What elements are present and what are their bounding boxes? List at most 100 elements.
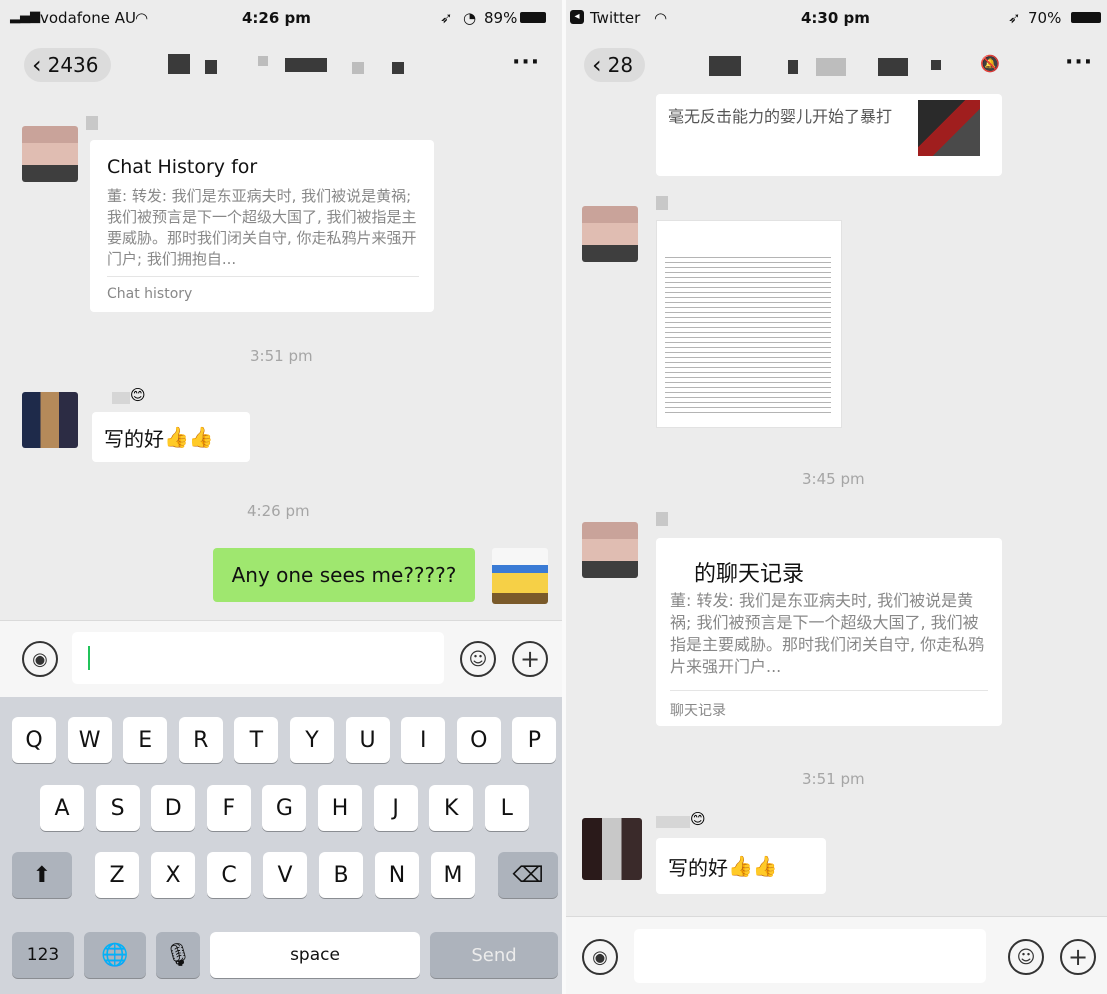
card-divider xyxy=(670,690,988,691)
avatar[interactable] xyxy=(22,392,78,448)
key-s[interactable]: S xyxy=(95,785,140,831)
back-count: 28 xyxy=(607,53,634,77)
message-bubble[interactable]: 写的好 👍👍 xyxy=(656,838,826,894)
chat-history-card[interactable]: 的聊天记录 董: 转发: 我们是东亚病夫时, 我们被说是黄祸; 我们被预言是下一… xyxy=(656,538,1002,726)
mute-icon: 🔕 xyxy=(980,54,1000,73)
chat-title-blurred xyxy=(931,60,941,70)
card-preview: 董: 转发: 我们是东亚病夫时, 我们被说是黄祸; 我们被预言是下一个超级大国了… xyxy=(107,187,417,268)
thumbs-up-icon: 👍👍 xyxy=(164,425,214,449)
key-n[interactable]: N xyxy=(375,852,419,898)
timestamp: 4:26 pm xyxy=(247,502,310,520)
battery-percent: 89% xyxy=(484,9,518,27)
signal-icon: ▂▄▆ xyxy=(10,9,40,24)
key-m[interactable]: M xyxy=(431,852,475,898)
nav-bar: ‹ 28 🔕 ··· xyxy=(566,34,1107,94)
location-icon: ➶ xyxy=(1008,9,1021,27)
sender-name-blurred xyxy=(112,392,130,404)
voice-icon[interactable]: ◉ xyxy=(22,641,58,677)
card-title: Chat History for xyxy=(107,156,258,178)
card-title: 的聊天记录 xyxy=(694,562,805,587)
key-g[interactable]: G xyxy=(262,785,307,831)
avatar[interactable] xyxy=(492,548,548,604)
voice-icon[interactable]: ◉ xyxy=(582,939,618,975)
send-key[interactable]: Send xyxy=(430,932,558,978)
right-chat-screen: ◂ Twitter ◠ 4:30 pm ➶ 70% ‹ 28 🔕 ··· 毫无反… xyxy=(566,0,1107,994)
key-p[interactable]: P xyxy=(512,717,557,763)
battery-icon xyxy=(1071,12,1101,23)
card-divider xyxy=(107,276,419,277)
chat-title-blurred xyxy=(392,62,404,74)
image-text-lines xyxy=(665,253,831,413)
key-h[interactable]: H xyxy=(318,785,362,831)
avatar[interactable] xyxy=(582,818,642,880)
key-k[interactable]: K xyxy=(429,785,474,831)
chat-title-blurred xyxy=(878,58,908,76)
input-bar: ◉ ☺ + xyxy=(566,916,1107,994)
message-text: 写的好 xyxy=(668,855,728,880)
numbers-key[interactable]: 123 xyxy=(12,932,74,978)
avatar[interactable] xyxy=(582,206,638,262)
key-y[interactable]: Y xyxy=(290,717,334,763)
key-e[interactable]: E xyxy=(123,717,168,763)
key-x[interactable]: X xyxy=(151,852,195,898)
plus-icon[interactable]: + xyxy=(512,641,548,677)
microphone-icon[interactable]: 🎙 xyxy=(156,932,200,978)
nav-bar: ‹ 2436 ··· xyxy=(0,34,562,94)
key-l[interactable]: L xyxy=(484,785,529,831)
article-thumbnail xyxy=(918,100,980,156)
emoji-icon[interactable]: ☺ xyxy=(1008,939,1044,975)
key-i[interactable]: I xyxy=(401,717,446,763)
key-w[interactable]: W xyxy=(67,717,112,763)
chat-title-blurred xyxy=(258,56,268,66)
key-t[interactable]: T xyxy=(234,717,279,763)
back-button[interactable]: ‹ 28 xyxy=(584,48,646,82)
chat-title-blurred xyxy=(788,60,798,74)
chat-title-blurred xyxy=(205,60,217,74)
key-c[interactable]: C xyxy=(207,852,251,898)
key-z[interactable]: Z xyxy=(95,852,139,898)
card-preview: 董: 转发: 我们是东亚病夫时, 我们被说是黄祸; 我们被预言是下一个超级大国了… xyxy=(670,591,985,676)
key-a[interactable]: A xyxy=(40,785,84,831)
avatar[interactable] xyxy=(22,126,78,182)
screenshot-image-message[interactable] xyxy=(656,220,842,428)
key-u[interactable]: U xyxy=(345,717,390,763)
key-r[interactable]: R xyxy=(178,717,223,763)
more-button[interactable]: ··· xyxy=(1065,50,1093,75)
key-o[interactable]: O xyxy=(456,717,501,763)
battery-percent: 70% xyxy=(1028,9,1062,27)
sender-name-blurred xyxy=(656,512,668,526)
timestamp: 3:51 pm xyxy=(802,770,865,788)
article-card[interactable]: 毫无反击能力的婴儿开始了暴打 xyxy=(656,94,1002,176)
key-v[interactable]: V xyxy=(263,852,307,898)
key-d[interactable]: D xyxy=(151,785,196,831)
sent-message-bubble[interactable]: Any one sees me????? xyxy=(213,548,475,602)
timestamp: 3:51 pm xyxy=(250,347,313,365)
clock: 4:30 pm xyxy=(801,9,870,27)
emoji-icon[interactable]: ☺ xyxy=(460,641,496,677)
sender-name-blurred xyxy=(86,116,98,130)
key-f[interactable]: F xyxy=(206,785,251,831)
wifi-icon: ◠ xyxy=(135,9,149,27)
chat-title-blurred xyxy=(168,54,190,74)
key-q[interactable]: Q xyxy=(12,717,56,763)
message-bubble[interactable]: 写的好 👍👍 xyxy=(92,412,250,462)
more-button[interactable]: ··· xyxy=(512,50,540,75)
plus-icon[interactable]: + xyxy=(1060,939,1096,975)
message-input[interactable] xyxy=(72,632,444,684)
space-key[interactable]: space xyxy=(210,932,420,978)
key-j[interactable]: J xyxy=(373,785,418,831)
back-icon: ‹ xyxy=(32,51,42,79)
text-cursor xyxy=(88,646,90,670)
delete-key[interactable]: ⌫ xyxy=(498,852,558,898)
chat-title-blurred xyxy=(709,56,741,76)
battery-icon xyxy=(520,12,546,23)
chat-history-card[interactable]: Chat History for 董: 转发: 我们是东亚病夫时, 我们被说是黄… xyxy=(90,140,434,312)
back-button[interactable]: ‹ 2436 xyxy=(24,48,111,82)
message-text: 写的好 xyxy=(104,426,164,451)
globe-icon[interactable]: 🌐 xyxy=(84,932,146,978)
back-to-app-icon: ◂ xyxy=(570,10,584,24)
shift-key[interactable]: ⬆ xyxy=(12,852,72,898)
message-input[interactable] xyxy=(634,929,986,983)
avatar[interactable] xyxy=(582,522,638,578)
key-b[interactable]: B xyxy=(319,852,363,898)
